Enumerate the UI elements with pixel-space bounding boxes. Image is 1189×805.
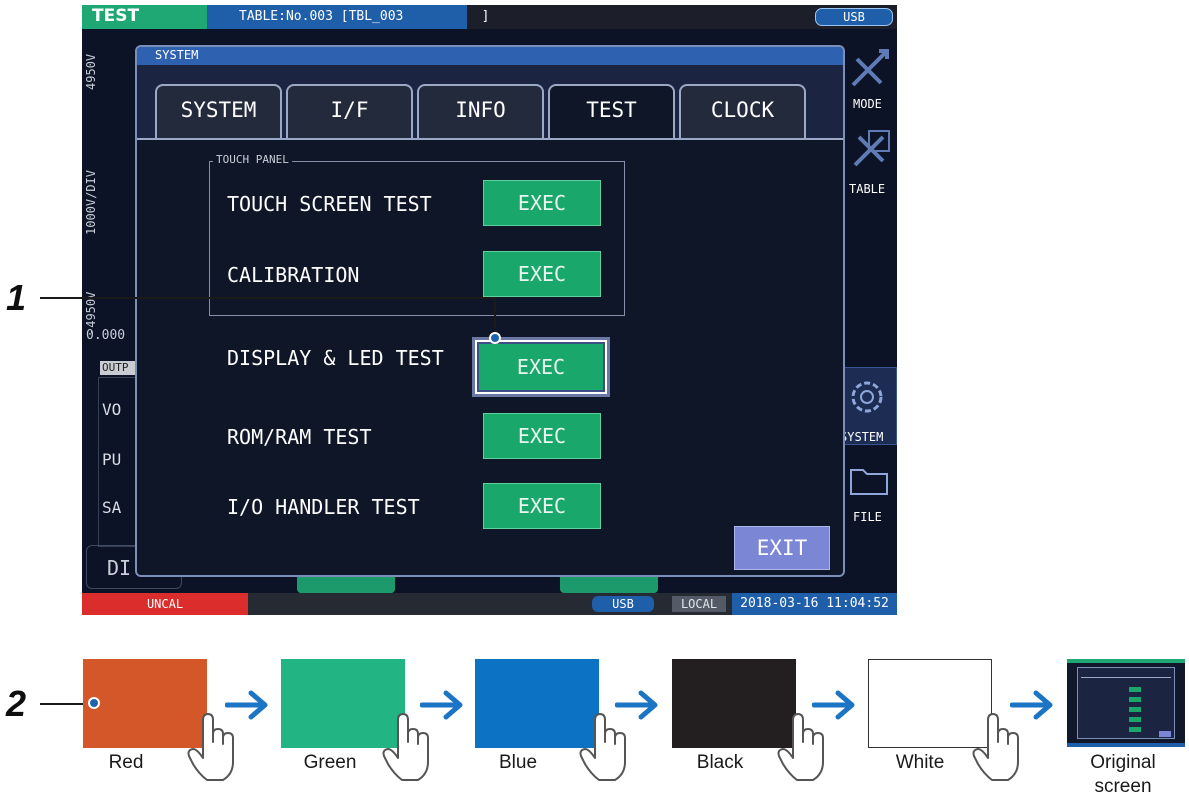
touch-screen-test-exec-button[interactable]: EXEC (483, 180, 601, 226)
test-panel: TOUCH PANEL TOUCH SCREEN TEST EXEC CALIB… (137, 138, 843, 575)
tab-info[interactable]: INFO (417, 84, 544, 140)
usb-indicator: USB (815, 8, 893, 26)
display-led-test-label: DISPLAY & LED TEST (227, 346, 444, 370)
usb-status: USB (592, 596, 654, 612)
rom-ram-test-label: ROM/RAM TEST (227, 425, 372, 449)
gear-icon (851, 381, 883, 413)
original-screen-label-line2: screen (1094, 776, 1152, 797)
file-menu-label: FILE (853, 510, 882, 524)
time-label: 0.000 (86, 328, 126, 343)
tap-hand-icon (777, 713, 824, 781)
system-menu-label: SYSTEM (840, 430, 884, 444)
file-menu-button[interactable]: FILE (837, 460, 897, 530)
green-label: Green (303, 752, 357, 773)
callout-2-dot (88, 697, 100, 709)
io-handler-test-exec-button[interactable]: EXEC (483, 483, 601, 529)
output-row: PU (102, 450, 122, 469)
tab-bar: SYSTEM I/F INFO TEST CLOCK (155, 84, 843, 142)
calibration-label: CALIBRATION (227, 263, 360, 287)
local-status: LOCAL (672, 596, 726, 612)
mode-menu-button[interactable]: MODE (837, 45, 897, 117)
tab-clock[interactable]: CLOCK (679, 84, 806, 140)
tap-hand-icon (187, 713, 234, 781)
rom-ram-test-exec-button[interactable]: EXEC (483, 413, 601, 459)
tap-hand-icon (382, 713, 429, 781)
black-label: Black (696, 752, 744, 773)
axis-label-bottom: -4950V (84, 291, 98, 335)
mode-menu-label: MODE (853, 97, 882, 111)
tab-if[interactable]: I/F (286, 84, 413, 140)
dialog-title: SYSTEM (137, 47, 843, 65)
original-screen-label-line1: Original (1090, 752, 1156, 773)
system-menu-button[interactable]: SYSTEM (837, 367, 897, 445)
system-dialog: SYSTEM SYSTEM I/F INFO TEST CLOCK TOUCH … (135, 45, 845, 577)
datetime-display: 2018-03-16 11:04:52 (732, 593, 897, 615)
mode-icon (851, 49, 889, 87)
tap-hand-icon (972, 713, 1019, 781)
output-row: VO (102, 400, 122, 419)
bottom-status-bar: UNCAL USB LOCAL 2018-03-16 11:04:52 (82, 593, 897, 615)
tap-hand-icon (579, 713, 626, 781)
red-label: Red (108, 752, 144, 773)
callout-1-line (40, 297, 495, 299)
table-indicator: TABLE:No.003 [TBL_003 ] (207, 5, 489, 29)
table-icon (853, 130, 890, 167)
exit-button[interactable]: EXIT (734, 526, 830, 570)
axis-label-top: 4950V (84, 53, 98, 90)
output-row: SA (102, 498, 122, 517)
display-led-test-exec-label: EXEC (516, 355, 566, 379)
io-handler-test-label: I/O HANDLER TEST (227, 495, 420, 519)
uncal-status: UNCAL (82, 593, 248, 615)
white-label: White (895, 752, 945, 773)
table-menu-label: TABLE (849, 182, 886, 196)
callout-1-dot (489, 332, 501, 344)
blue-label: Blue (498, 752, 538, 773)
output-panel-header: OUTP (100, 361, 136, 375)
calibration-exec-button[interactable]: EXEC (483, 251, 601, 297)
touch-screen-test-label: TOUCH SCREEN TEST (227, 192, 432, 216)
tab-test[interactable]: TEST (548, 84, 675, 142)
axis-label-div: 1000V/DIV (84, 169, 98, 235)
mode-indicator: TEST (82, 5, 207, 29)
callout-1-number: 1 (6, 277, 27, 318)
display-led-test-exec-button[interactable]: EXEC (477, 342, 605, 392)
touch-panel-group-label: TOUCH PANEL (213, 153, 292, 166)
original-screen-thumbnail (1067, 659, 1185, 747)
tab-system[interactable]: SYSTEM (155, 84, 282, 140)
callout-2-number: 2 (6, 683, 27, 724)
device-screen: TEST TABLE:No.003 [TBL_003 ] USB 4950V 1… (82, 5, 897, 615)
callout-2-line (40, 703, 88, 705)
folder-icon (850, 469, 888, 495)
top-status-bar: TEST TABLE:No.003 [TBL_003 ] USB (82, 5, 897, 29)
table-menu-button[interactable]: TABLE (837, 125, 897, 200)
